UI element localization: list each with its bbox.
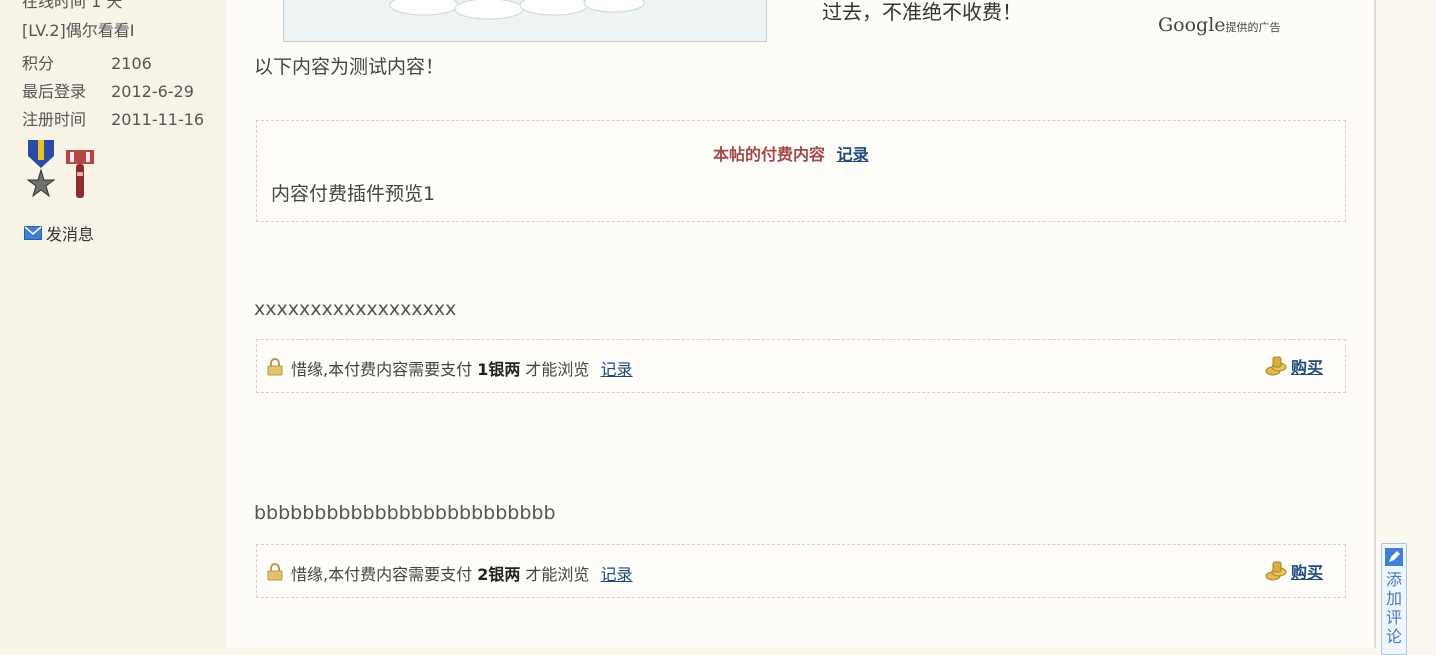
ad-product-image — [389, 0, 645, 20]
author-sidebar: 在线时间 1 天 [LV.2]偶尔看看I 积分 2106 最后登录 2012-6… — [0, 0, 227, 648]
paid-record-link[interactable]: 记录 — [837, 145, 869, 164]
paid-content-box: 本帖的付费内容 记录 内容付费插件预览1 — [256, 120, 1346, 222]
record-link[interactable]: 记录 — [601, 565, 633, 584]
points-value: 2106 — [111, 54, 152, 73]
ad-image[interactable] — [283, 0, 767, 42]
mail-icon — [24, 226, 42, 240]
locked-content-box: 惜缘,本付费内容需要支付 1银两 才能浏览 记录 购买 — [256, 339, 1346, 393]
google-ads-label[interactable]: Google提供的广告 — [1158, 14, 1281, 36]
google-sub: 提供的广告 — [1225, 21, 1281, 34]
medal-icon — [26, 140, 56, 198]
buy-button[interactable]: 购买 — [1265, 559, 1323, 583]
points-label: 积分 — [22, 54, 55, 73]
add-comment-tab[interactable]: 添加评论 — [1381, 543, 1407, 655]
locked-msg-prefix: 惜缘,本付费内容需要支付 — [291, 360, 473, 379]
coins-icon — [1265, 561, 1287, 581]
paid-title-text: 本帖的付费内容 — [713, 145, 826, 164]
lock-icon — [267, 563, 283, 581]
price: 1银两 — [477, 360, 521, 379]
register-row: 注册时间 2011-11-16 — [22, 106, 204, 130]
register-value: 2011-11-16 — [111, 110, 205, 129]
send-message-link[interactable]: 发消息 — [24, 221, 94, 245]
price: 2银两 — [477, 565, 521, 584]
register-label: 注册时间 — [22, 110, 87, 129]
locked-msg-suffix: 才能浏览 — [525, 360, 590, 379]
lock-icon — [267, 358, 283, 376]
paid-content-title: 本帖的付费内容 记录 — [713, 141, 869, 165]
online-time: 在线时间 1 天 — [22, 0, 123, 11]
send-message-label: 发消息 — [46, 225, 95, 244]
section-label: bbbbbbbbbbbbbbbbbbbbbbbbb — [254, 502, 556, 524]
ad-text[interactable]: 过去，不准绝不收费！ — [822, 0, 1022, 25]
buy-label: 购买 — [1290, 358, 1323, 377]
locked-msg-suffix: 才能浏览 — [525, 565, 590, 584]
edit-icon — [1385, 548, 1403, 566]
post-intro: 以下内容为测试内容！ — [254, 56, 445, 78]
buy-label: 购买 — [1290, 563, 1323, 582]
last-login-row: 最后登录 2012-6-29 — [22, 78, 194, 102]
user-rank: [LV.2]偶尔看看I — [22, 21, 135, 40]
section-label: xxxxxxxxxxxxxxxxxx — [254, 298, 457, 320]
google-label: Google — [1158, 14, 1226, 36]
locked-msg-prefix: 惜缘,本付费内容需要支付 — [291, 565, 473, 584]
content-border — [1374, 0, 1376, 648]
buy-button[interactable]: 购买 — [1265, 354, 1323, 378]
medals — [26, 140, 94, 198]
medal-icon — [66, 150, 94, 198]
locked-content-box: 惜缘,本付费内容需要支付 2银两 才能浏览 记录 购买 — [256, 544, 1346, 598]
post-content: 过去，不准绝不收费！ Google提供的广告 以下内容为测试内容！ 本帖的付费内… — [226, 0, 1374, 648]
coins-icon — [1265, 356, 1287, 376]
record-link[interactable]: 记录 — [601, 360, 633, 379]
last-login-value: 2012-6-29 — [111, 82, 194, 101]
last-login-label: 最后登录 — [22, 82, 87, 101]
points-row: 积分 2106 — [22, 50, 152, 74]
paid-preview-text: 内容付费插件预览1 — [271, 183, 436, 205]
locked-message: 惜缘,本付费内容需要支付 2银两 才能浏览 记录 — [291, 561, 633, 585]
locked-message: 惜缘,本付费内容需要支付 1银两 才能浏览 记录 — [291, 356, 633, 380]
